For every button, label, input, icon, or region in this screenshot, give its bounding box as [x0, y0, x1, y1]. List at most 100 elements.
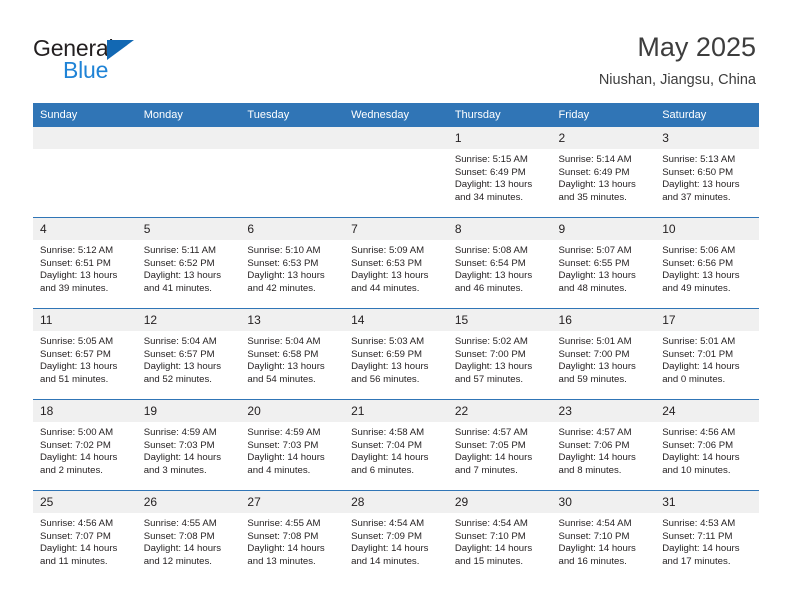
- calendar-day-cell[interactable]: 28 Sunrise: 4:54 AM Sunset: 7:09 PM Dayligh…: [344, 490, 448, 581]
- daylight-duration-line1: Daylight: 14 hours: [247, 543, 325, 555]
- sunrise-time: Sunrise: 4:55 AM: [143, 518, 217, 529]
- calendar-day-cell[interactable]: 4 Sunrise: 5:12 AM Sunset: 6:51 PM Daylight…: [33, 217, 137, 309]
- daylight-duration-line1: Daylight: 13 hours: [662, 270, 740, 282]
- daylight-duration-line2: and 56 minutes.: [351, 373, 420, 385]
- weekday-header-monday: Monday: [136, 103, 241, 127]
- day-sun-info: Sunrise: 5:14 AM Sunset: 6:49 PM Daylight:…: [552, 149, 656, 204]
- sunset-time: Sunset: 7:10 PM: [454, 530, 526, 542]
- day-sun-info: Sunrise: 5:04 AM Sunset: 6:58 PM Daylight:…: [240, 331, 344, 386]
- calendar-day-cell[interactable]: 23 Sunrise: 4:57 AM Sunset: 7:06 PM Dayligh…: [551, 399, 656, 491]
- sunrise-time: Sunrise: 5:11 AM: [143, 245, 217, 256]
- calendar-week-row: 25 Sunrise: 4:56 AM Sunset: 7:07 PM Dayligh…: [33, 490, 759, 581]
- day-number: 13: [240, 309, 345, 331]
- daylight-duration-line2: and 54 minutes.: [247, 373, 316, 385]
- day-sun-info: Sunrise: 4:55 AM Sunset: 7:08 PM Daylight:…: [137, 513, 241, 568]
- calendar-day-cell[interactable]: 24 Sunrise: 4:56 AM Sunset: 7:06 PM Dayligh…: [655, 399, 759, 491]
- calendar-day-cell[interactable]: 30 Sunrise: 4:54 AM Sunset: 7:10 PM Dayligh…: [551, 490, 656, 581]
- calendar-day-cell[interactable]: 3 Sunrise: 5:13 AM Sunset: 6:50 PM Daylight…: [655, 127, 759, 218]
- sunset-time: Sunset: 6:59 PM: [351, 348, 423, 360]
- page-title: May 2025: [637, 32, 756, 62]
- calendar-day-cell[interactable]: 1 Sunrise: 5:15 AM Sunset: 6:49 PM Daylight…: [447, 127, 552, 218]
- daylight-duration-line1: Daylight: 14 hours: [662, 452, 740, 464]
- general-blue-logo[interactable]: General Blue: [33, 35, 213, 85]
- day-number: 24: [655, 400, 759, 422]
- sunset-time: Sunset: 6:51 PM: [40, 257, 111, 269]
- day-sun-info: Sunrise: 4:57 AM Sunset: 7:06 PM Daylight:…: [552, 422, 656, 477]
- sunrise-time: Sunrise: 4:59 AM: [143, 427, 217, 438]
- day-number: 2: [551, 127, 656, 149]
- calendar-day-cell[interactable]: 21 Sunrise: 4:58 AM Sunset: 7:04 PM Dayligh…: [344, 399, 448, 491]
- daylight-duration-line2: and 41 minutes.: [143, 282, 212, 294]
- sunset-time: Sunset: 7:10 PM: [558, 530, 630, 542]
- calendar-day-cell-empty: [344, 127, 448, 218]
- calendar-day-cell[interactable]: 20 Sunrise: 4:59 AM Sunset: 7:03 PM Dayligh…: [240, 399, 345, 491]
- calendar-day-cell[interactable]: 9 Sunrise: 5:07 AM Sunset: 6:55 PM Daylight…: [551, 217, 656, 309]
- sunset-time: Sunset: 7:01 PM: [662, 348, 734, 360]
- calendar-day-cell[interactable]: 15 Sunrise: 5:02 AM Sunset: 7:00 PM Dayligh…: [447, 308, 552, 400]
- day-number: 10: [655, 218, 759, 240]
- day-number: [240, 127, 345, 149]
- calendar-day-cell[interactable]: 19 Sunrise: 4:59 AM Sunset: 7:03 PM Dayligh…: [136, 399, 241, 491]
- day-sun-info: Sunrise: 5:15 AM Sunset: 6:49 PM Daylight:…: [448, 149, 552, 204]
- calendar-day-cell[interactable]: 11 Sunrise: 5:05 AM Sunset: 6:57 PM Dayligh…: [33, 308, 137, 400]
- daylight-duration-line2: and 13 minutes.: [247, 555, 316, 567]
- sunrise-time: Sunrise: 5:07 AM: [558, 245, 632, 256]
- calendar-day-cell[interactable]: 17 Sunrise: 5:01 AM Sunset: 7:01 PM Dayligh…: [655, 308, 759, 400]
- day-number: 17: [655, 309, 759, 331]
- day-sun-info: Sunrise: 5:07 AM Sunset: 6:55 PM Daylight:…: [552, 240, 656, 295]
- day-sun-info: Sunrise: 5:03 AM Sunset: 6:59 PM Daylight:…: [344, 331, 448, 386]
- day-number: 9: [551, 218, 656, 240]
- day-sun-info: Sunrise: 5:06 AM Sunset: 6:56 PM Daylight:…: [655, 240, 759, 295]
- sunrise-time: Sunrise: 4:57 AM: [454, 427, 528, 438]
- daylight-duration-line1: Daylight: 13 hours: [454, 179, 533, 191]
- calendar-day-cell[interactable]: 16 Sunrise: 5:01 AM Sunset: 7:00 PM Dayligh…: [551, 308, 656, 400]
- calendar-day-cell[interactable]: 26 Sunrise: 4:55 AM Sunset: 7:08 PM Dayligh…: [136, 490, 241, 581]
- calendar-day-cell[interactable]: 22 Sunrise: 4:57 AM Sunset: 7:05 PM Dayligh…: [447, 399, 552, 491]
- daylight-duration-line2: and 34 minutes.: [454, 191, 524, 203]
- day-number: 19: [136, 400, 241, 422]
- calendar-day-cell[interactable]: 7 Sunrise: 5:09 AM Sunset: 6:53 PM Daylight…: [344, 217, 448, 309]
- daylight-duration-line2: and 46 minutes.: [454, 282, 524, 294]
- sunrise-time: Sunrise: 5:09 AM: [351, 245, 425, 256]
- sunrise-time: Sunrise: 5:01 AM: [558, 336, 632, 347]
- day-sun-info: Sunrise: 4:56 AM Sunset: 7:06 PM Daylight:…: [655, 422, 759, 477]
- weekday-header-sunday: Sunday: [33, 103, 137, 127]
- daylight-duration-line2: and 10 minutes.: [662, 464, 731, 476]
- day-sun-info: Sunrise: 5:11 AM Sunset: 6:52 PM Daylight:…: [137, 240, 241, 295]
- calendar-day-cell[interactable]: 8 Sunrise: 5:08 AM Sunset: 6:54 PM Daylight…: [447, 217, 552, 309]
- day-number: 16: [551, 309, 656, 331]
- calendar-day-cell[interactable]: 29 Sunrise: 4:54 AM Sunset: 7:10 PM Dayligh…: [447, 490, 552, 581]
- day-number: [33, 127, 137, 149]
- calendar-day-cell[interactable]: 12 Sunrise: 5:04 AM Sunset: 6:57 PM Dayligh…: [136, 308, 241, 400]
- calendar-day-cell[interactable]: 6 Sunrise: 5:10 AM Sunset: 6:53 PM Daylight…: [240, 217, 345, 309]
- daylight-duration-line1: Daylight: 13 hours: [143, 361, 222, 373]
- calendar-week-row: 11 Sunrise: 5:05 AM Sunset: 6:57 PM Dayligh…: [33, 308, 759, 400]
- sunset-time: Sunset: 7:08 PM: [143, 530, 215, 542]
- calendar-day-cell[interactable]: 5 Sunrise: 5:11 AM Sunset: 6:52 PM Daylight…: [136, 217, 241, 309]
- calendar-day-cell-empty: [33, 127, 137, 218]
- daylight-duration-line2: and 14 minutes.: [351, 555, 420, 567]
- day-sun-info: Sunrise: 5:00 AM Sunset: 7:02 PM Daylight:…: [33, 422, 137, 477]
- day-number: 25: [33, 491, 137, 513]
- calendar-day-cell[interactable]: 18 Sunrise: 5:00 AM Sunset: 7:02 PM Dayligh…: [33, 399, 137, 491]
- calendar-day-cell[interactable]: 14 Sunrise: 5:03 AM Sunset: 6:59 PM Dayligh…: [344, 308, 448, 400]
- day-sun-info: Sunrise: 4:56 AM Sunset: 7:07 PM Daylight:…: [33, 513, 137, 568]
- day-sun-info: Sunrise: 5:10 AM Sunset: 6:53 PM Daylight:…: [240, 240, 344, 295]
- calendar-day-cell[interactable]: 25 Sunrise: 4:56 AM Sunset: 7:07 PM Dayligh…: [33, 490, 137, 581]
- sunset-time: Sunset: 6:53 PM: [247, 257, 319, 269]
- calendar-day-cell[interactable]: 31 Sunrise: 4:53 AM Sunset: 7:11 PM Dayligh…: [655, 490, 759, 581]
- daylight-duration-line2: and 51 minutes.: [40, 373, 109, 385]
- day-number: [344, 127, 448, 149]
- calendar-page: General Blue May 2025 Niushan, Jiangsu, …: [0, 0, 792, 612]
- daylight-duration-line1: Daylight: 14 hours: [143, 543, 222, 555]
- page-header: General Blue May 2025 Niushan, Jiangsu, …: [0, 0, 792, 100]
- calendar-day-cell[interactable]: 2 Sunrise: 5:14 AM Sunset: 6:49 PM Daylight…: [551, 127, 656, 218]
- daylight-duration-line1: Daylight: 14 hours: [351, 452, 429, 464]
- sunset-time: Sunset: 7:03 PM: [247, 439, 319, 451]
- day-number: 27: [240, 491, 345, 513]
- day-sun-info: Sunrise: 5:02 AM Sunset: 7:00 PM Daylight:…: [448, 331, 552, 386]
- calendar-day-cell[interactable]: 13 Sunrise: 5:04 AM Sunset: 6:58 PM Dayligh…: [240, 308, 345, 400]
- calendar-day-cell[interactable]: 10 Sunrise: 5:06 AM Sunset: 6:56 PM Dayligh…: [655, 217, 759, 309]
- calendar-day-cell[interactable]: 27 Sunrise: 4:55 AM Sunset: 7:08 PM Dayligh…: [240, 490, 345, 581]
- daylight-duration-line1: Daylight: 14 hours: [351, 543, 429, 555]
